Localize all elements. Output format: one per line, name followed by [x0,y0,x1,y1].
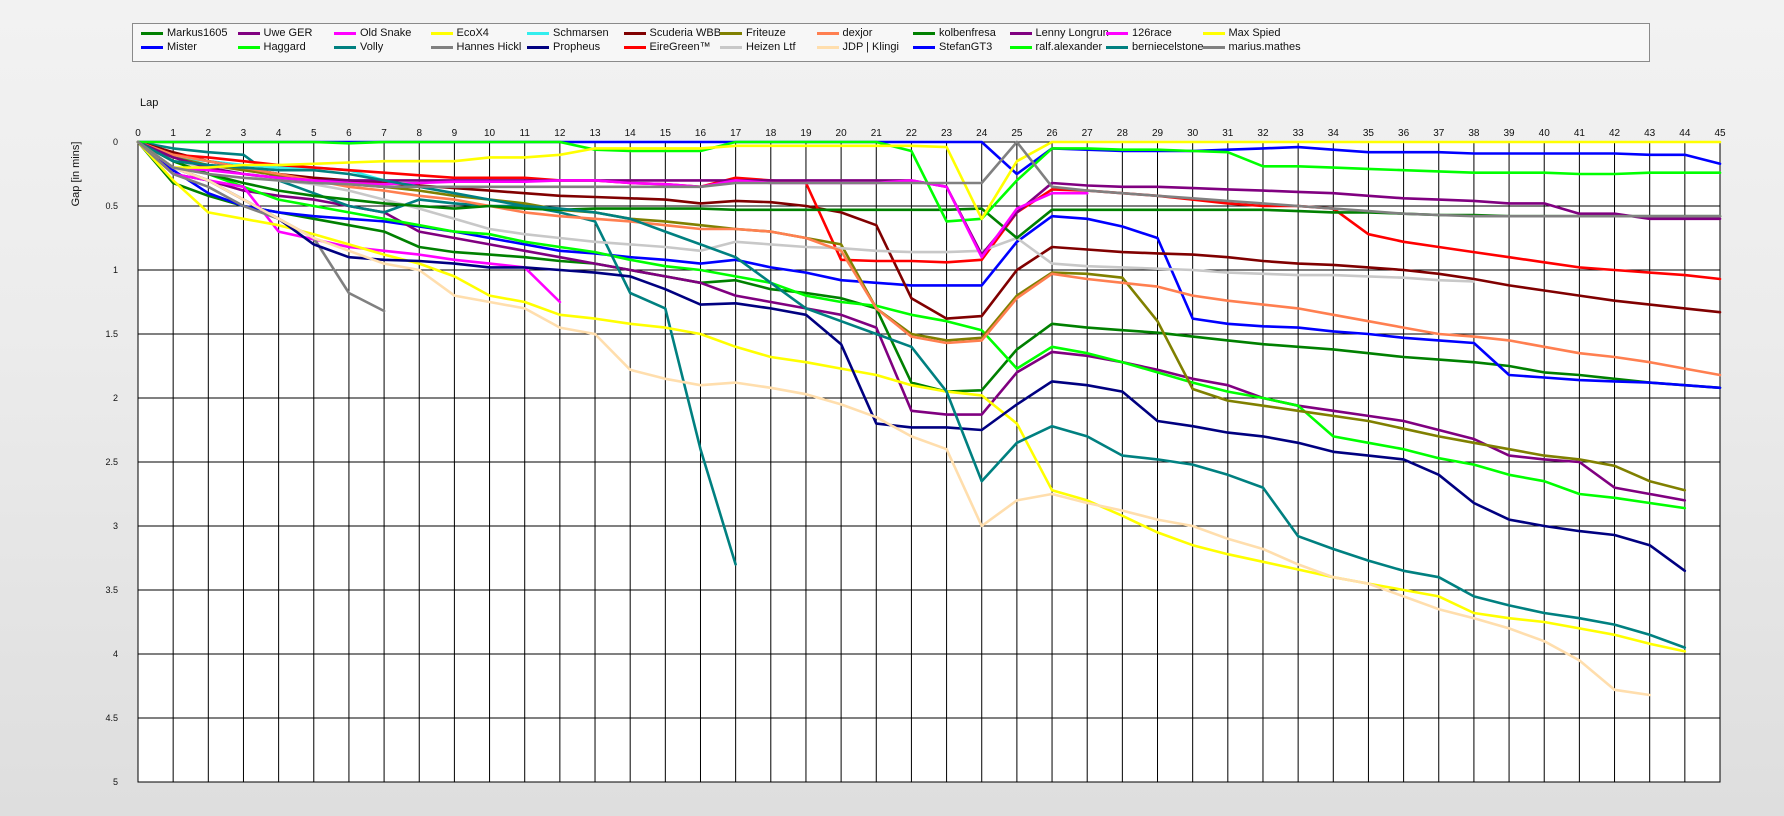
x-tick-label: 45 [1714,128,1726,139]
y-tick-label: 3 [113,521,118,531]
x-tick-label: 22 [906,128,918,139]
y-axis-title: Gap [in mins] [70,142,82,207]
x-tick-label: 24 [976,128,988,139]
x-tick-label: 25 [1011,128,1023,139]
x-tick-label: 28 [1117,128,1129,139]
x-tick-label: 43 [1644,128,1656,139]
x-tick-label: 8 [416,128,422,139]
chart-plot: Lap Gap [in mins] 0 1 2 3 4 5 6 7 8 9 10 11 12 13 14 15… [70,97,1726,787]
y-tick-label: 2.5 [105,457,118,467]
x-tick-label: 5 [311,128,317,139]
x-tick-label: 16 [695,128,707,139]
x-tick-label: 42 [1609,128,1621,139]
x-tick-label: 26 [1046,128,1058,139]
x-tick-label: 10 [484,128,496,139]
x-tick-label: 35 [1363,128,1375,139]
x-tick-label: 27 [1082,128,1094,139]
x-tick-label: 21 [871,128,883,139]
x-tick-label: 33 [1293,128,1305,139]
x-tick-label: 2 [206,128,212,139]
x-tick-label: 36 [1398,128,1410,139]
x-tick-label: 20 [836,128,848,139]
y-tick-label: 4.5 [105,713,118,723]
x-tick-label: 7 [381,128,387,139]
y-tick-label: 1.5 [105,329,118,339]
x-tick-label: 23 [941,128,953,139]
x-tick-label: 0 [135,128,141,139]
x-tick-label: 32 [1257,128,1269,139]
x-tick-label: 30 [1187,128,1199,139]
y-tick-label: 1 [113,265,118,275]
y-tick-label: 0.5 [105,201,118,211]
x-tick-label: 4 [276,128,282,139]
x-tick-label: 34 [1328,128,1340,139]
y-tick-label: 2 [113,393,118,403]
x-tick-label: 38 [1468,128,1480,139]
x-tick-label: 1 [170,128,176,139]
x-tick-label: 12 [554,128,566,139]
x-tick-label: 39 [1504,128,1516,139]
x-tick-label: 29 [1152,128,1164,139]
x-tick-label: 9 [452,128,458,139]
chart-figure: Markus1605 Mister Uwe GER Haggard Old Snake V… [0,0,1784,816]
x-tick-label: 19 [800,128,812,139]
x-tick-label: 14 [625,128,637,139]
x-tick-label: 15 [660,128,672,139]
y-tick-label: 4 [113,649,118,659]
y-tick-label: 5 [113,777,118,787]
x-tick-label: 6 [346,128,352,139]
x-tick-label: 31 [1222,128,1234,139]
x-tick-label: 11 [520,128,531,139]
y-tick-label: 0 [113,137,118,147]
y-tick-label: 3.5 [105,585,118,595]
x-tick-label: 40 [1539,128,1551,139]
x-axis-title: Lap [140,97,158,109]
x-tick-label: 41 [1574,128,1586,139]
x-tick-label: 17 [730,128,742,139]
x-tick-label: 13 [589,128,601,139]
x-tick-label: 18 [765,128,777,139]
x-tick-label: 44 [1679,128,1691,139]
x-tick-label: 3 [241,128,247,139]
x-tick-label: 37 [1433,128,1445,139]
